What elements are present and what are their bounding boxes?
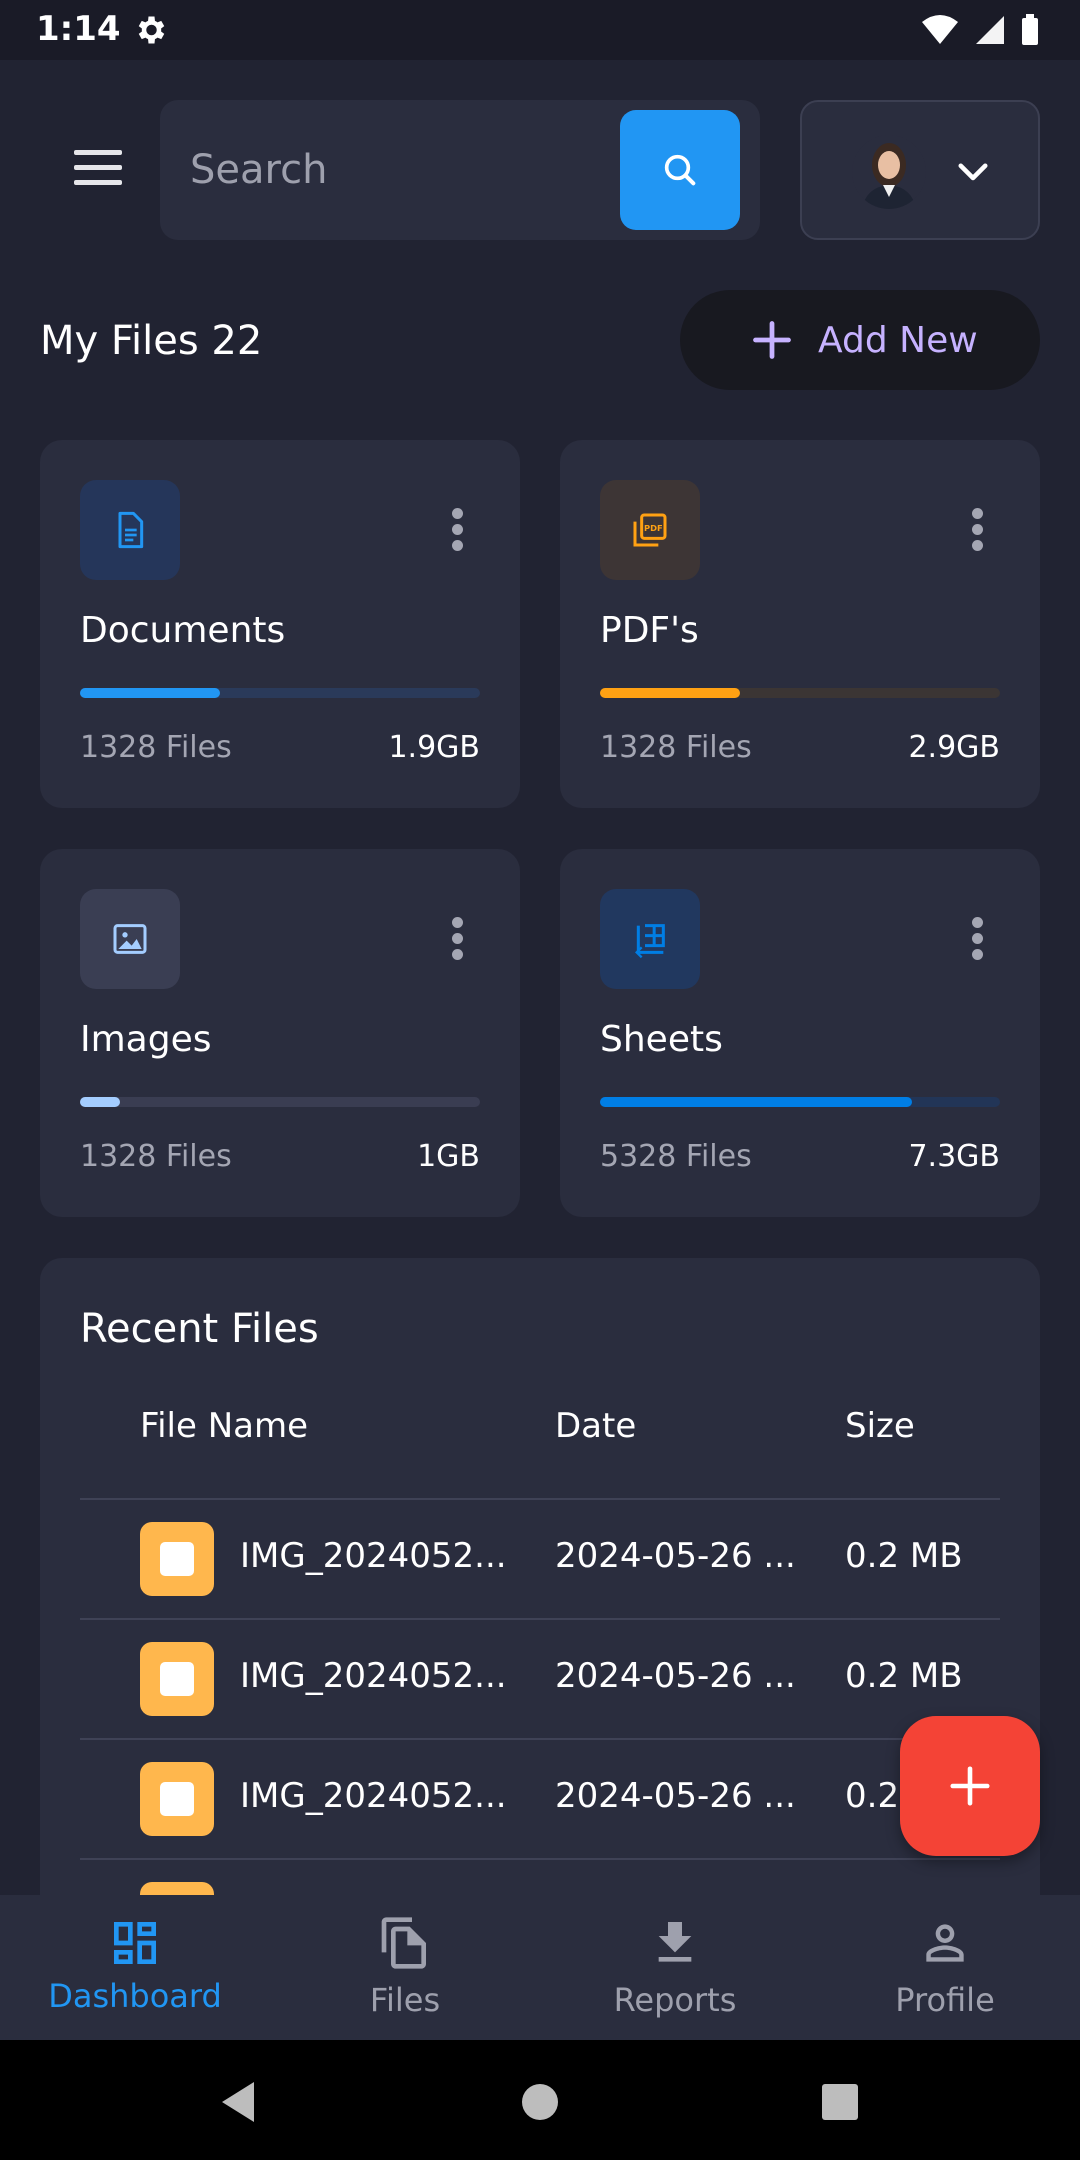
- more-vert-icon[interactable]: [452, 917, 464, 961]
- category-card-documents[interactable]: Documents 1328 Files 1.9GB: [40, 440, 520, 808]
- storage-progress-fill: [600, 1097, 912, 1107]
- home-icon[interactable]: [520, 2082, 560, 2122]
- storage-size: 7.3GB: [908, 1139, 1000, 1174]
- document-icon: [80, 480, 180, 580]
- table-row[interactable]: IMG_2024052... 2024-05-26 ... 0.2 MB: [80, 1498, 1000, 1618]
- plus-icon: [753, 321, 791, 359]
- nav-label: Dashboard: [48, 1977, 222, 2015]
- image-file-icon: [140, 1522, 214, 1596]
- file-count: 1328 Files: [80, 730, 232, 765]
- search-input[interactable]: [190, 100, 610, 240]
- image-file-icon: [140, 1642, 214, 1716]
- profile-dropdown[interactable]: [800, 100, 1040, 240]
- svg-text:PDF: PDF: [644, 523, 663, 533]
- more-vert-icon[interactable]: [452, 508, 464, 552]
- file-count: 1328 Files: [80, 1139, 232, 1174]
- status-icons: [922, 14, 1038, 45]
- add-fab-button[interactable]: [900, 1716, 1040, 1856]
- card-title: Sheets: [600, 1019, 723, 1060]
- column-header-date[interactable]: Date: [555, 1406, 636, 1446]
- search-bar: [160, 100, 760, 240]
- file-date: 2024-05-26 ...: [555, 1776, 796, 1816]
- nav-item-files[interactable]: Files: [270, 1895, 540, 2040]
- file-count: 5328 Files: [600, 1139, 752, 1174]
- image-file-icon: [140, 1762, 214, 1836]
- file-name: IMG_2024052...: [240, 1656, 507, 1696]
- recents-icon[interactable]: [820, 2082, 860, 2122]
- plus-icon: [950, 1766, 990, 1806]
- image-icon: [80, 889, 180, 989]
- search-icon: [664, 154, 696, 186]
- storage-size: 1GB: [417, 1139, 480, 1174]
- pdf-icon: PDF: [600, 480, 700, 580]
- category-card-images[interactable]: Images 1328 Files 1GB: [40, 849, 520, 1217]
- nav-label: Profile: [895, 1981, 995, 2019]
- table-row[interactable]: IMG_2024052... 2024-05-26 ... 0.2 MB: [80, 1618, 1000, 1738]
- storage-progress-bar: [600, 1097, 1000, 1107]
- column-header-size[interactable]: Size: [845, 1406, 915, 1446]
- storage-size: 2.9GB: [908, 730, 1000, 765]
- settings-gear-icon: [138, 16, 165, 44]
- storage-progress-bar: [80, 1097, 480, 1107]
- file-date: 2024-05-26 ...: [555, 1656, 796, 1696]
- avatar: [852, 135, 926, 209]
- category-card-sheets[interactable]: Sheets 5328 Files 7.3GB: [560, 849, 1040, 1217]
- status-bar: 1:14: [0, 0, 1080, 60]
- file-date: 2024-05-26 ...: [555, 1536, 796, 1576]
- column-header-file-name[interactable]: File Name: [140, 1406, 308, 1446]
- storage-size: 1.9GB: [388, 730, 480, 765]
- card-title: Documents: [80, 610, 286, 651]
- chevron-down-icon: [958, 163, 988, 181]
- storage-progress-fill: [80, 688, 220, 698]
- add-new-button[interactable]: Add New: [680, 290, 1040, 390]
- card-title: Images: [80, 1019, 212, 1060]
- nav-label: Files: [369, 1981, 441, 2019]
- storage-progress-bar: [600, 688, 1000, 698]
- storage-progress-fill: [600, 688, 740, 698]
- file-count: 1328 Files: [600, 730, 752, 765]
- table-row[interactable]: IMG_2024052... 2024-05-26 ... 0.2: [80, 1738, 1000, 1858]
- bottom-navigation: Dashboard Files Reports Profile: [0, 1895, 1080, 2040]
- search-button[interactable]: [620, 110, 740, 230]
- nav-item-reports[interactable]: Reports: [540, 1895, 810, 2040]
- file-size: 0.2: [845, 1776, 900, 1816]
- card-title: PDF's: [600, 610, 699, 651]
- more-vert-icon[interactable]: [972, 917, 984, 961]
- battery-icon: [1022, 14, 1038, 45]
- file-size: 0.2 MB: [845, 1656, 963, 1696]
- storage-progress-fill: [80, 1097, 120, 1107]
- file-size: 0.2 MB: [845, 1536, 963, 1576]
- page-title: My Files 22: [40, 318, 263, 364]
- files-icon: [381, 1917, 426, 1969]
- signal-icon: [976, 16, 1004, 44]
- category-card-pdfs[interactable]: PDF PDF's 1328 Files 2.9GB: [560, 440, 1040, 808]
- add-new-label: Add New: [818, 319, 978, 361]
- sheets-icon: [600, 889, 700, 989]
- more-vert-icon[interactable]: [972, 508, 984, 552]
- nav-item-profile[interactable]: Profile: [810, 1895, 1080, 2040]
- nav-label: Reports: [613, 1981, 737, 2019]
- person-icon: [926, 1924, 964, 1962]
- file-name: IMG_2024052...: [240, 1536, 507, 1576]
- system-navigation-bar: [0, 2040, 1080, 2160]
- file-name: IMG_2024052...: [240, 1776, 507, 1816]
- wifi-icon: [922, 15, 958, 44]
- storage-progress-bar: [80, 688, 480, 698]
- recent-files-title: Recent Files: [80, 1306, 319, 1352]
- dashboard-icon: [114, 1922, 156, 1964]
- nav-item-dashboard[interactable]: Dashboard: [0, 1895, 270, 2040]
- menu-icon[interactable]: [74, 150, 124, 190]
- back-icon[interactable]: [218, 2080, 258, 2124]
- status-time: 1:14: [36, 9, 121, 49]
- download-icon: [658, 1922, 692, 1962]
